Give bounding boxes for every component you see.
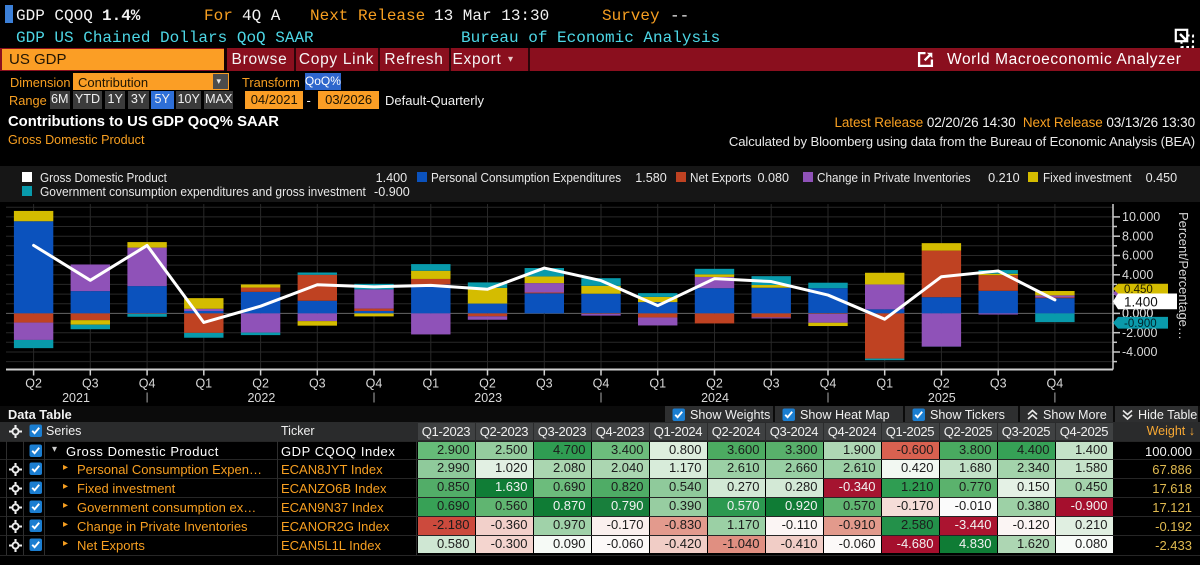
svg-text:6.000: 6.000 <box>1122 249 1153 263</box>
svg-text:Q2: Q2 <box>479 377 496 391</box>
svg-text:Q1: Q1 <box>649 377 666 391</box>
svg-text:8.000: 8.000 <box>1122 229 1153 243</box>
svg-text:Q3: Q3 <box>309 377 326 391</box>
svg-text:Q2: Q2 <box>252 377 269 391</box>
svg-text:Percent/Percentage…: Percent/Percentage… <box>1176 212 1191 340</box>
svg-text:Q4: Q4 <box>593 377 610 391</box>
svg-text:2022: 2022 <box>247 391 275 405</box>
svg-text:Q3: Q3 <box>82 377 99 391</box>
svg-text:Q4: Q4 <box>366 377 383 391</box>
svg-text:Q4: Q4 <box>1047 377 1064 391</box>
svg-text:2023: 2023 <box>474 391 502 405</box>
svg-text:Q1: Q1 <box>876 377 893 391</box>
svg-text:2024: 2024 <box>701 391 729 405</box>
svg-text:Q1: Q1 <box>422 377 439 391</box>
svg-text:4.000: 4.000 <box>1122 268 1153 282</box>
svg-text:-4.000: -4.000 <box>1122 345 1157 359</box>
svg-text:Q2: Q2 <box>706 377 723 391</box>
svg-text:2021: 2021 <box>62 391 90 405</box>
svg-text:-0.900: -0.900 <box>1124 318 1157 330</box>
svg-text:Q3: Q3 <box>536 377 553 391</box>
svg-text:Q2: Q2 <box>933 377 950 391</box>
svg-text:Q3: Q3 <box>990 377 1007 391</box>
svg-text:Q2: Q2 <box>25 377 42 391</box>
svg-text:2025: 2025 <box>928 391 956 405</box>
svg-text:Q1: Q1 <box>195 377 212 391</box>
svg-text:Q4: Q4 <box>139 377 156 391</box>
svg-text:Q4: Q4 <box>820 377 837 391</box>
svg-text:10.000: 10.000 <box>1122 210 1160 224</box>
svg-text:Q3: Q3 <box>763 377 780 391</box>
